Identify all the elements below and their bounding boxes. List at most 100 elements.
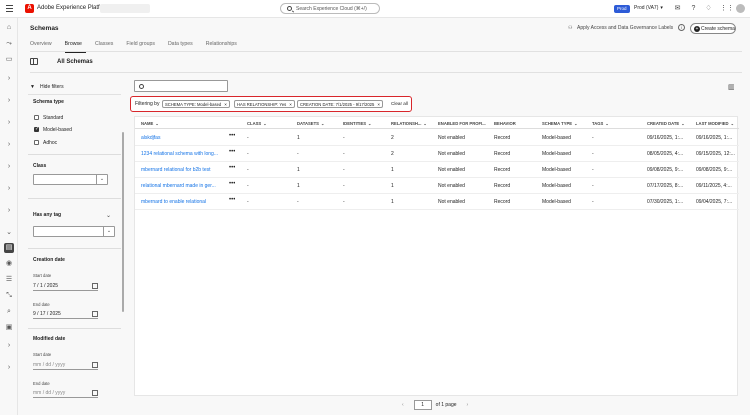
- search-placeholder: Search Experience Cloud (⌘+/): [296, 6, 367, 12]
- class-select[interactable]: ⌄: [33, 174, 108, 185]
- next-page-button[interactable]: ›: [467, 402, 469, 408]
- column-header-profile[interactable]: ENABLED FOR PROFI...: [438, 121, 486, 126]
- chevron-right-icon[interactable]: ›: [4, 363, 14, 373]
- creation-end-value: 9 / 17 / 2025: [33, 311, 61, 317]
- dashboards-icon[interactable]: ▣: [4, 323, 14, 333]
- column-header-identities[interactable]: IDENTITIES ⌄: [343, 121, 372, 126]
- column-header-tags[interactable]: TAGS ⌄: [592, 121, 609, 126]
- schema-name-link[interactable]: 1234 relational schema with long...: [141, 151, 225, 157]
- chevron-right-icon[interactable]: ›: [4, 184, 14, 194]
- hide-filters-button[interactable]: ▼ Hide filters: [30, 84, 64, 90]
- adobe-logo[interactable]: A: [25, 4, 34, 13]
- calendar-icon[interactable]: [92, 283, 98, 289]
- column-header-created-date[interactable]: CREATED DATE ⌄: [647, 121, 685, 126]
- global-search[interactable]: Search Experience Cloud (⌘+/): [280, 3, 380, 14]
- schema-name-link[interactable]: relational mbernard made in ger...: [141, 183, 225, 189]
- column-header-class[interactable]: CLASS ⌄: [247, 121, 267, 126]
- more-actions-icon[interactable]: •••: [229, 181, 235, 187]
- info-icon[interactable]: i: [678, 24, 685, 31]
- column-header-datasets[interactable]: DATASETS ⌄: [297, 121, 324, 126]
- table-row[interactable]: mbernard relational for b2b test ••• - 1…: [135, 162, 739, 178]
- table-row[interactable]: alskdjfas ••• - 1 - 2 Not enabled Record…: [135, 130, 739, 146]
- column-settings-icon[interactable]: ▥: [728, 84, 736, 92]
- chevron-down-icon[interactable]: ⌄: [4, 228, 14, 238]
- column-header-last-modified[interactable]: LAST MODIFIED ⌄: [696, 121, 734, 126]
- chevron-right-icon[interactable]: ›: [4, 341, 14, 351]
- filter-scrollbar[interactable]: [122, 132, 124, 312]
- schema-search-input[interactable]: [134, 80, 228, 92]
- chevron-down-icon[interactable]: ⌄: [106, 212, 111, 219]
- chevron-right-icon[interactable]: ›: [4, 162, 14, 172]
- prev-page-button[interactable]: ‹: [402, 402, 404, 408]
- checkbox-standard[interactable]: [34, 115, 39, 120]
- panel-toggle-icon[interactable]: [30, 58, 38, 65]
- close-icon[interactable]: ×: [377, 102, 380, 107]
- calendar-icon[interactable]: [92, 311, 98, 317]
- table-row[interactable]: relational mbernard made in ger... ••• -…: [135, 178, 739, 194]
- clear-all-button[interactable]: Clear all: [391, 101, 408, 106]
- location-icon[interactable]: ◉: [4, 259, 14, 269]
- more-actions-icon[interactable]: •••: [229, 133, 235, 139]
- tag-select[interactable]: ⌄: [33, 226, 115, 237]
- column-header-name[interactable]: NAME ⌄: [141, 121, 159, 126]
- cell-behavior: Record: [494, 167, 511, 173]
- chevron-right-icon[interactable]: ›: [4, 206, 14, 216]
- close-icon[interactable]: ×: [289, 102, 292, 107]
- close-icon[interactable]: ×: [224, 102, 227, 107]
- bell-icon[interactable]: ♢: [704, 4, 713, 13]
- filter-pill-label: SCHEMA TYPE: Model-based: [165, 102, 222, 107]
- filter-pill-creation-date[interactable]: CREATION DATE: 7/1/2025 - 9/17/2025 ×: [297, 100, 383, 108]
- checkbox-model-based[interactable]: [34, 126, 39, 132]
- queries-icon[interactable]: ⤡: [4, 291, 14, 301]
- calendar-icon[interactable]: [92, 390, 98, 396]
- env-badge[interactable]: Prod: [614, 5, 630, 13]
- monitoring-icon[interactable]: ⌕: [4, 307, 14, 317]
- menu-icon[interactable]: [6, 5, 13, 12]
- tag-label: Has any tag: [33, 212, 62, 218]
- schemas-icon[interactable]: ▤: [4, 243, 14, 253]
- modified-end-input[interactable]: mm / dd / yyyy: [33, 389, 98, 398]
- schema-name-link[interactable]: mbernard relational for b2b test: [141, 167, 225, 173]
- chevron-right-icon[interactable]: ›: [4, 118, 14, 128]
- checkbox-adhoc[interactable]: [34, 140, 39, 145]
- more-actions-icon[interactable]: •••: [229, 149, 235, 155]
- column-header-schema-type[interactable]: SCHEMA TYPE ⌄: [542, 121, 578, 126]
- column-header-behavior[interactable]: BEHAVIOR: [494, 121, 516, 126]
- chevron-right-icon[interactable]: ›: [4, 96, 14, 106]
- schema-name-link[interactable]: mbernard to enable relational: [141, 199, 225, 205]
- help-icon[interactable]: ?: [689, 4, 698, 13]
- cell-identities: -: [343, 199, 345, 205]
- governance-labels-button[interactable]: ⚇ Apply Access and Data Governance Labels: [568, 25, 673, 31]
- sources-icon[interactable]: ▭: [4, 55, 14, 65]
- filter-pill-schema-type[interactable]: SCHEMA TYPE: Model-based ×: [162, 100, 230, 108]
- cell-class: -: [247, 167, 249, 173]
- sandbox-switcher[interactable]: Prod (VA7): [634, 5, 663, 11]
- avatar[interactable]: [736, 4, 745, 13]
- column-header-relationships[interactable]: RELATIONSH... ⌄: [391, 121, 427, 126]
- section-divider: [30, 72, 742, 73]
- table-row[interactable]: 1234 relational schema with long... ••• …: [135, 146, 739, 162]
- chevron-right-icon[interactable]: ›: [4, 140, 14, 150]
- table-row[interactable]: mbernard to enable relational ••• - - - …: [135, 194, 739, 210]
- apps-grid-icon[interactable]: ⋮⋮: [720, 4, 734, 13]
- tab-divider: [30, 51, 742, 52]
- calendar-icon[interactable]: [92, 362, 98, 368]
- filter-pill-relationship[interactable]: HAS RELATIONSHIP: Yes ×: [234, 100, 295, 108]
- datasets-icon[interactable]: ☰: [4, 275, 14, 285]
- modified-start-input[interactable]: mm / dd / yyyy: [33, 361, 98, 370]
- cell-behavior: Record: [494, 135, 511, 141]
- workflows-icon[interactable]: ⤳: [4, 39, 14, 49]
- left-nav-rail: ⌂ ⤳ ▭ › › › › › › › ⌄ ▤ ◉ ☰ ⤡ ⌕ ▣ › ›: [0, 18, 18, 415]
- more-actions-icon[interactable]: •••: [229, 197, 235, 203]
- notifications-bell-icon[interactable]: ✉: [673, 4, 682, 13]
- search-icon: [139, 84, 144, 89]
- creation-start-input[interactable]: 7 / 1 / 2025: [33, 282, 98, 291]
- more-actions-icon[interactable]: •••: [229, 165, 235, 171]
- schema-name-link[interactable]: alskdjfas: [141, 135, 225, 141]
- home-icon[interactable]: ⌂: [4, 23, 14, 33]
- page-number-input[interactable]: 1: [413, 400, 432, 410]
- chevron-right-icon[interactable]: ›: [4, 74, 14, 84]
- org-switcher[interactable]: [100, 4, 150, 13]
- create-schema-button[interactable]: + Create schema: [690, 23, 736, 34]
- creation-end-input[interactable]: 9 / 17 / 2025: [33, 310, 98, 319]
